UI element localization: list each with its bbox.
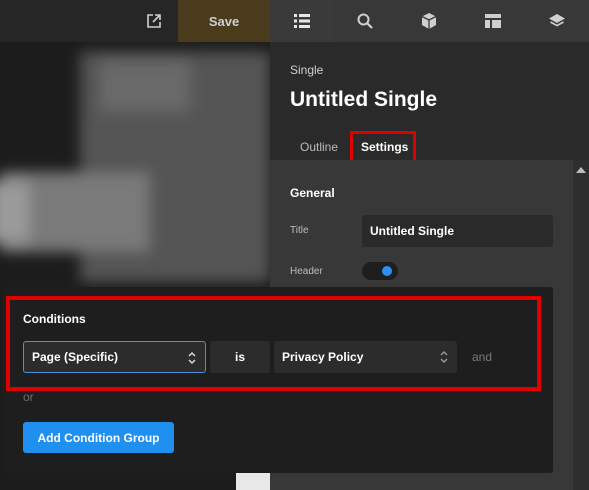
- template-type-label: Single: [290, 63, 324, 77]
- tab-outline[interactable]: Outline: [300, 140, 338, 154]
- external-link-button[interactable]: [130, 0, 178, 42]
- box-icon: [421, 13, 437, 29]
- template-title: Untitled Single: [290, 88, 437, 111]
- or-button[interactable]: or: [23, 390, 34, 404]
- general-heading: General: [290, 186, 335, 200]
- top-toolbar: Save: [0, 0, 589, 42]
- toggle-knob: [382, 266, 392, 276]
- scroll-up-arrow-icon[interactable]: [576, 167, 586, 173]
- add-condition-group-button[interactable]: Add Condition Group: [23, 422, 174, 453]
- structure-list-icon: [293, 14, 310, 28]
- templates-tab[interactable]: [461, 0, 525, 42]
- structure-tab[interactable]: [270, 0, 333, 42]
- blurred-content: [0, 182, 30, 242]
- layers-tab[interactable]: [525, 0, 589, 42]
- title-label: Title: [290, 225, 309, 236]
- layers-icon: [549, 14, 565, 27]
- panel-scrollbar[interactable]: [573, 160, 589, 490]
- search-tab[interactable]: [333, 0, 397, 42]
- condition-row-highlight: [6, 296, 541, 391]
- header-label: Header: [290, 266, 323, 277]
- layout-icon: [485, 14, 501, 28]
- title-input[interactable]: Untitled Single: [362, 215, 553, 247]
- external-link-icon: [147, 14, 161, 28]
- blurred-content: [100, 62, 190, 112]
- panel-header: Single Untitled Single Outline Settings: [270, 42, 589, 171]
- elements-tab[interactable]: [397, 0, 461, 42]
- save-button[interactable]: Save: [178, 0, 270, 42]
- header-toggle[interactable]: [362, 262, 398, 280]
- search-icon: [357, 13, 373, 29]
